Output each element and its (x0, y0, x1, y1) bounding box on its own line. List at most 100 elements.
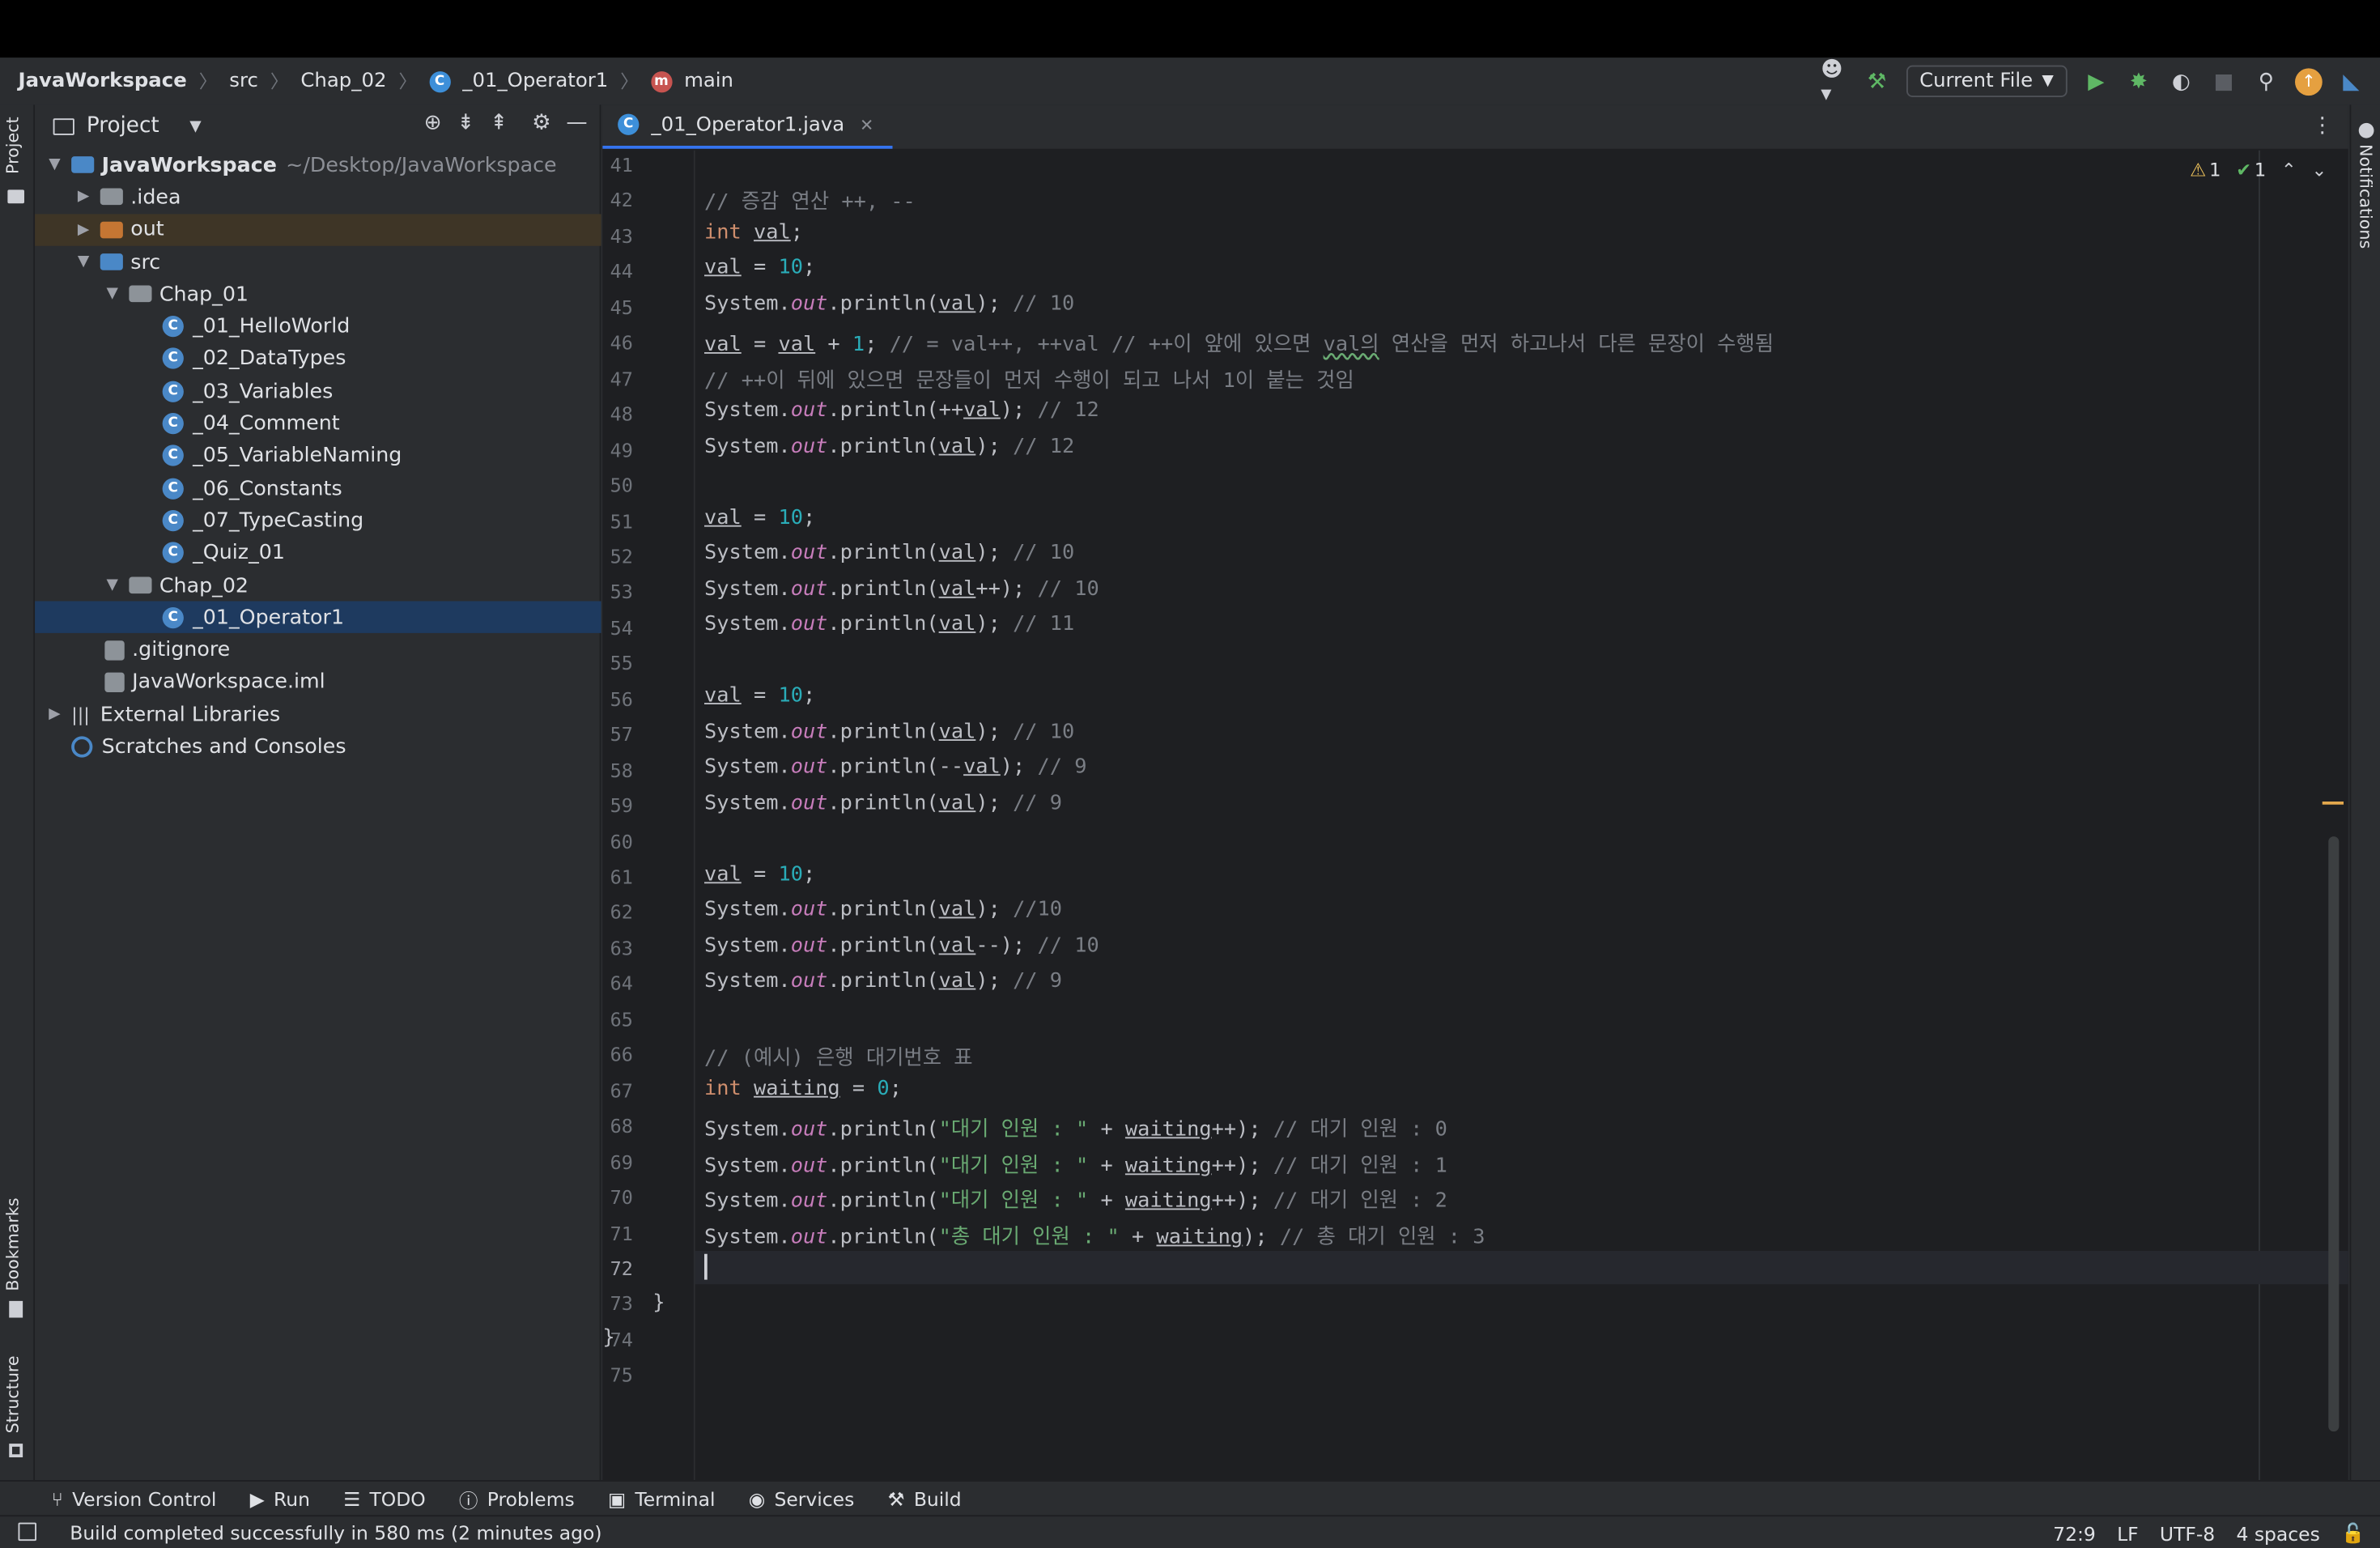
tree-item-file[interactable]: C _Quiz_01 (35, 537, 601, 569)
breadcrumb-src[interactable]: src (229, 70, 258, 92)
line-number[interactable]: 60 (602, 830, 633, 853)
line-number[interactable]: 41 (602, 153, 633, 176)
line-number[interactable]: 72 (602, 1257, 633, 1279)
tree-item-out[interactable]: ▶ out (35, 213, 601, 246)
close-icon[interactable]: ✕ (860, 115, 873, 134)
line-number[interactable]: 68 (602, 1115, 633, 1138)
tree-item-src[interactable]: ▼ src (35, 246, 601, 279)
breadcrumb-file[interactable]: _01_Operator1 (462, 70, 608, 92)
line-number[interactable]: 59 (602, 794, 633, 817)
line-number[interactable]: 42 (602, 189, 633, 211)
line-number[interactable]: 45 (602, 296, 633, 318)
line-number[interactable]: 56 (602, 687, 633, 710)
collapse-all-icon[interactable]: ⇞ (490, 111, 508, 135)
line-number[interactable]: 71 (602, 1221, 633, 1244)
tree-item-file[interactable]: C _04_Comment (35, 407, 601, 440)
line-number[interactable]: 64 (602, 972, 633, 995)
update-icon[interactable]: ↑ (2295, 67, 2323, 96)
chevron-right-icon[interactable]: ▶ (73, 221, 94, 238)
line-number[interactable]: 66 (602, 1044, 633, 1066)
gear-icon[interactable]: ⚙ (532, 111, 551, 135)
search-icon[interactable]: ⚲ (2253, 67, 2280, 95)
line-separator[interactable]: LF (2117, 1522, 2139, 1545)
line-number[interactable]: 43 (602, 224, 633, 247)
indent-setting[interactable]: 4 spaces (2236, 1522, 2319, 1545)
tool-run[interactable]: ▶ Run (250, 1487, 310, 1510)
line-number[interactable]: 46 (602, 331, 633, 354)
lock-icon[interactable]: 🔓 (2341, 1521, 2365, 1546)
chevron-right-icon[interactable]: ▶ (44, 706, 65, 723)
tool-todo[interactable]: ☰ TODO (343, 1487, 426, 1510)
line-number[interactable]: 61 (602, 865, 633, 888)
chevron-right-icon[interactable]: ▶ (73, 189, 94, 206)
line-number[interactable]: 51 (602, 509, 633, 532)
editor-tab-active[interactable]: C _01_Operator1.java ✕ (602, 104, 892, 149)
tool-terminal[interactable]: ▣ Terminal (608, 1487, 715, 1510)
breadcrumb-chap[interactable]: Chap_02 (300, 70, 386, 92)
coverage-icon[interactable]: ◐ (2168, 67, 2195, 95)
tree-item-file[interactable]: C _06_Constants (35, 472, 601, 504)
user-icon[interactable]: ☻▾ (1821, 57, 1848, 105)
line-number[interactable]: 65 (602, 1008, 633, 1031)
line-number[interactable]: 70 (602, 1185, 633, 1208)
notification-bell-icon[interactable] (2358, 122, 2374, 138)
line-number[interactable]: 49 (602, 438, 633, 461)
tree-item-file[interactable]: C _01_HelloWorld (35, 310, 601, 342)
line-number[interactable]: 47 (602, 367, 633, 389)
tree-item-iml[interactable]: JavaWorkspace.iml (35, 666, 601, 699)
tool-tab-project[interactable]: Project (3, 117, 23, 174)
caret-position[interactable]: 72:9 (2053, 1522, 2096, 1545)
project-panel-title[interactable]: Project (87, 114, 159, 138)
chevron-down-icon[interactable]: ▼ (189, 117, 201, 134)
line-number[interactable]: 48 (602, 402, 633, 425)
debug-icon[interactable]: ✸ (2125, 67, 2153, 95)
build-hammer-icon[interactable]: ⚒ (1864, 67, 1891, 95)
breadcrumb-project[interactable]: JavaWorkspace (19, 70, 187, 92)
line-number[interactable]: 62 (602, 901, 633, 924)
stop-icon[interactable]: ■ (2210, 67, 2238, 95)
tool-build[interactable]: ⚒ Build (888, 1487, 962, 1510)
chevron-up-icon[interactable]: ⌃ (2281, 159, 2297, 181)
line-number[interactable]: 54 (602, 616, 633, 639)
expand-all-icon[interactable]: ⇟ (457, 111, 474, 135)
chevron-down-icon[interactable]: ▼ (102, 577, 123, 594)
tool-tab-notifications[interactable]: Notifications (2356, 144, 2375, 249)
tree-item-root[interactable]: ▼ JavaWorkspace ~/Desktop/JavaWorkspace (35, 149, 601, 181)
line-number[interactable]: 53 (602, 580, 633, 603)
tree-item-idea[interactable]: ▶ .idea (35, 181, 601, 214)
line-number[interactable]: 75 (602, 1363, 633, 1386)
chevron-down-icon[interactable]: ▼ (102, 286, 123, 303)
error-stripe-marker[interactable] (2322, 802, 2344, 805)
run-icon[interactable]: ▶ (2083, 67, 2110, 95)
chevron-down-icon[interactable]: ▼ (73, 253, 94, 270)
run-config-select[interactable]: Current File ▼ (1906, 65, 2068, 97)
tool-tab-structure[interactable]: Structure (3, 1355, 23, 1433)
line-number[interactable]: 58 (602, 759, 633, 781)
file-encoding[interactable]: UTF-8 (2160, 1522, 2215, 1545)
line-number[interactable]: 57 (602, 723, 633, 746)
tool-problems[interactable]: ⓘ Problems (459, 1484, 575, 1513)
tree-item-file[interactable]: C _05_VariableNaming (35, 440, 601, 472)
line-number[interactable]: 63 (602, 937, 633, 959)
chevron-down-icon[interactable]: ▼ (44, 156, 65, 173)
tree-item-file[interactable]: C _03_Variables (35, 375, 601, 407)
tree-item-scratches[interactable]: Scratches and Consoles (35, 731, 601, 763)
chevron-down-icon[interactable]: ⌄ (2312, 159, 2327, 181)
tree-item-chap01[interactable]: ▼ Chap_01 (35, 278, 601, 310)
tree-item-chap02[interactable]: ▼ Chap_02 (35, 569, 601, 602)
inspection-widget[interactable]: ⚠ 1 ✔ 1 ⌃ ⌄ (2190, 159, 2327, 181)
tool-tab-bookmarks[interactable]: Bookmarks (3, 1197, 23, 1291)
status-message[interactable]: Build completed successfully in 580 ms (… (0, 1521, 601, 1544)
line-number[interactable]: 69 (602, 1150, 633, 1172)
line-number[interactable]: 50 (602, 474, 633, 496)
breadcrumb-method[interactable]: main (684, 70, 733, 92)
tool-services[interactable]: ◉ Services (749, 1487, 855, 1510)
line-number[interactable]: 67 (602, 1079, 633, 1102)
more-icon[interactable]: ⋮ (2312, 114, 2333, 138)
line-number[interactable]: 44 (602, 260, 633, 283)
code-area[interactable]: 41 42 43 44 45 46 47 48 49 50 51 52 53 54 55 56 57 58 59 60… (602, 150, 2348, 1481)
locate-icon[interactable]: ⊕ (424, 111, 442, 135)
tree-item-file[interactable]: C _02_DataTypes (35, 342, 601, 375)
tool-version-control[interactable]: ⑂ Version Control (52, 1487, 217, 1510)
tree-item-external-libraries[interactable]: ▶ ||| External Libraries (35, 699, 601, 731)
